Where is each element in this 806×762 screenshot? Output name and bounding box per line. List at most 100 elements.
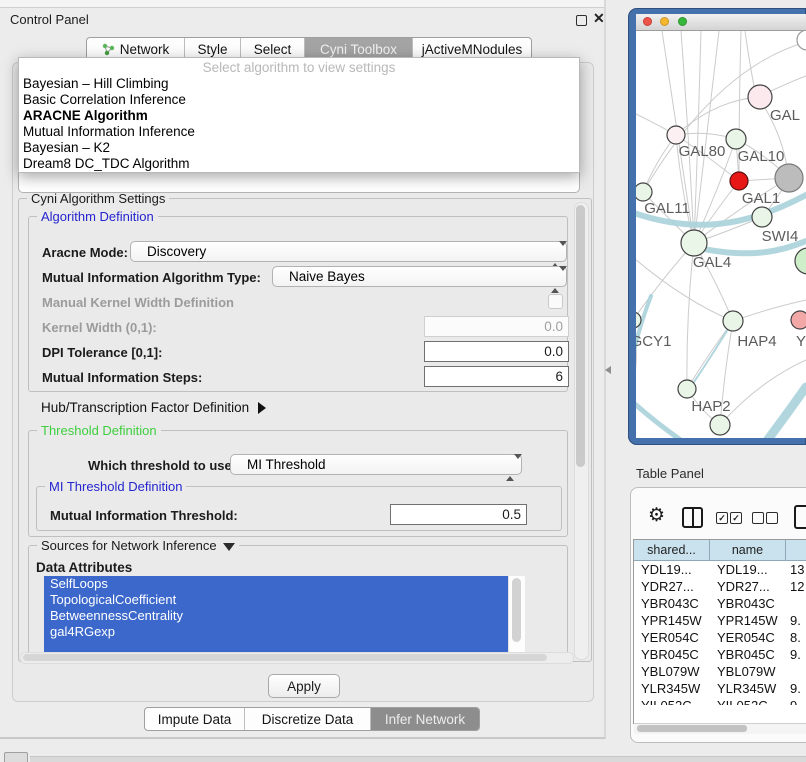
algorithm-option[interactable]: Dream8 DC_TDC Algorithm xyxy=(19,156,579,172)
stepper-arrows-icon xyxy=(506,459,514,477)
table-cell xyxy=(786,595,806,612)
table-horizontal-scrollbar-thumb[interactable] xyxy=(637,725,747,732)
network-node[interactable] xyxy=(775,164,803,192)
algorithm-option[interactable]: Basic Correlation Inference xyxy=(19,92,579,108)
tab-network-label: Network xyxy=(120,42,170,57)
zoom-traffic-light[interactable] xyxy=(678,17,687,26)
data-attributes-list[interactable]: SelfLoopsTopologicalCoefficientBetweenne… xyxy=(44,576,508,652)
mi-algorithm-type-label: Mutual Information Algorithm Type: xyxy=(42,270,261,285)
network-node[interactable] xyxy=(636,183,652,201)
network-node[interactable] xyxy=(748,85,772,109)
network-node[interactable] xyxy=(710,415,730,435)
network-node[interactable] xyxy=(667,126,685,144)
algorithm-dropdown: Select algorithm to view settings Bayesi… xyxy=(18,57,580,173)
mi-algorithm-type-combo[interactable]: Naive Bayes xyxy=(272,266,567,287)
table-row[interactable]: YPR145WYPR145W9. xyxy=(634,612,806,629)
table-cell: YBL079W xyxy=(634,663,710,680)
cyni-algorithm-settings-legend: Cyni Algorithm Settings xyxy=(27,191,169,206)
settings-horizontal-scrollbar[interactable] xyxy=(20,652,574,664)
gear-icon[interactable]: ⚙ xyxy=(648,504,665,527)
attributes-scrollbar[interactable] xyxy=(508,576,525,652)
select-all-icon[interactable]: ✓ xyxy=(716,512,728,524)
table-cell: YBR043C xyxy=(634,595,710,612)
sources-legend-label: Sources for Network Inference xyxy=(41,538,217,553)
network-node[interactable] xyxy=(730,172,748,190)
table-header-cell[interactable] xyxy=(786,540,806,561)
attribute-option[interactable]: BetweennessCentrality xyxy=(44,608,508,624)
close-traffic-light[interactable] xyxy=(643,17,652,26)
hub-factor-expander[interactable]: Hub/Transcription Factor Definition xyxy=(41,400,266,415)
settings-vertical-scrollbar-thumb[interactable] xyxy=(576,205,585,467)
attribute-option[interactable]: SelfLoops xyxy=(44,576,508,592)
network-node[interactable] xyxy=(678,380,696,398)
new-column-icon[interactable] xyxy=(794,505,806,529)
table-cell: YLR345W xyxy=(710,680,786,697)
algorithm-definition-legend: Algorithm Definition xyxy=(37,209,158,224)
network-node[interactable] xyxy=(681,230,707,256)
tab-discretize-data[interactable]: Discretize Data xyxy=(245,708,371,730)
deselect-all-icon[interactable] xyxy=(752,512,764,524)
split-panel-icon[interactable] xyxy=(682,507,703,528)
network-node[interactable] xyxy=(791,311,806,329)
network-canvas[interactable]: GALGAL80GAL10GAL1GAL11SWI4GAL4GCY1HAP4YH… xyxy=(636,31,806,438)
mi-threshold-field[interactable]: 0.5 xyxy=(390,504,527,525)
splitter-collapse-arrow[interactable] xyxy=(605,366,611,374)
dpi-tolerance-field[interactable]: 0.0 xyxy=(424,341,569,362)
table-row[interactable]: YBR045CYBR045C9. xyxy=(634,646,806,663)
table-cell: YBR043C xyxy=(710,595,786,612)
aracne-mode-combo[interactable]: Discovery xyxy=(130,241,567,262)
taskbar-button[interactable] xyxy=(4,752,28,762)
table-row[interactable]: YDL19...YDL19...13 xyxy=(634,561,806,578)
attribute-option[interactable] xyxy=(44,640,508,652)
stepper-arrows-icon xyxy=(551,271,559,289)
tab-impute-data[interactable]: Impute Data xyxy=(145,708,245,730)
deselect-all-icon[interactable] xyxy=(766,512,778,524)
network-node-label: GAL10 xyxy=(738,148,785,165)
table-header-cell[interactable]: shared... xyxy=(634,540,710,561)
table-row[interactable]: YLR345WYLR345W9. xyxy=(634,680,806,697)
mi-threshold-definition-legend: MI Threshold Definition xyxy=(45,479,186,494)
table-cell: 9. xyxy=(786,697,806,705)
network-node[interactable] xyxy=(797,31,806,50)
table-cell: YDL19... xyxy=(634,561,710,578)
table-panel-title: Table Panel xyxy=(636,466,704,481)
network-node[interactable] xyxy=(795,248,806,274)
algorithm-option[interactable]: Mutual Information Inference xyxy=(19,124,579,140)
table-row[interactable]: YBR043CYBR043C xyxy=(634,595,806,612)
which-threshold-combo[interactable]: MI Threshold xyxy=(230,454,522,475)
which-threshold-value: MI Threshold xyxy=(247,457,326,472)
sources-legend[interactable]: Sources for Network Inference xyxy=(37,538,239,553)
network-node[interactable] xyxy=(726,129,746,149)
apply-button[interactable]: Apply xyxy=(268,674,340,698)
table-row[interactable]: YDR27...YDR27...12 xyxy=(634,578,806,595)
table-row[interactable]: YIL052CYIL052C9. xyxy=(634,697,806,705)
float-window-icon[interactable] xyxy=(576,15,587,26)
select-all-icon[interactable]: ✓ xyxy=(730,512,742,524)
tab-infer-network[interactable]: Infer Network xyxy=(371,708,479,730)
manual-kernel-width-checkbox[interactable] xyxy=(548,294,563,309)
network-node[interactable] xyxy=(723,311,743,331)
table-cell: 12 xyxy=(786,578,806,595)
table-horizontal-scrollbar[interactable] xyxy=(634,723,806,734)
mi-threshold-label: Mutual Information Threshold: xyxy=(50,508,238,523)
minimize-traffic-light[interactable] xyxy=(660,17,669,26)
settings-vertical-scrollbar[interactable] xyxy=(574,202,589,660)
table-header-cell[interactable]: name xyxy=(710,540,786,561)
kernel-width-field[interactable]: 0.0 xyxy=(424,316,569,337)
table-row[interactable]: YBL079WYBL079W xyxy=(634,663,806,680)
settings-horizontal-scrollbar-thumb[interactable] xyxy=(23,654,547,661)
table-cell: YER054C xyxy=(634,629,710,646)
table-cell: YLR345W xyxy=(634,680,710,697)
attribute-option[interactable]: gal4RGexp xyxy=(44,624,508,640)
algorithm-option[interactable]: Bayesian – Hill Climbing xyxy=(19,76,579,92)
window-top-strip xyxy=(0,0,604,8)
table-row[interactable]: YER054CYER054C8. xyxy=(634,629,806,646)
algorithm-option[interactable]: ARACNE Algorithm xyxy=(19,108,579,124)
table-cell: YIL052C xyxy=(710,697,786,705)
network-node[interactable] xyxy=(752,207,772,227)
mi-steps-field[interactable]: 6 xyxy=(424,366,569,387)
close-icon[interactable]: ✕ xyxy=(593,10,605,27)
attribute-option[interactable]: TopologicalCoefficient xyxy=(44,592,508,608)
algorithm-option[interactable]: Bayesian – K2 xyxy=(19,140,579,156)
attributes-scrollbar-thumb[interactable] xyxy=(512,578,521,642)
